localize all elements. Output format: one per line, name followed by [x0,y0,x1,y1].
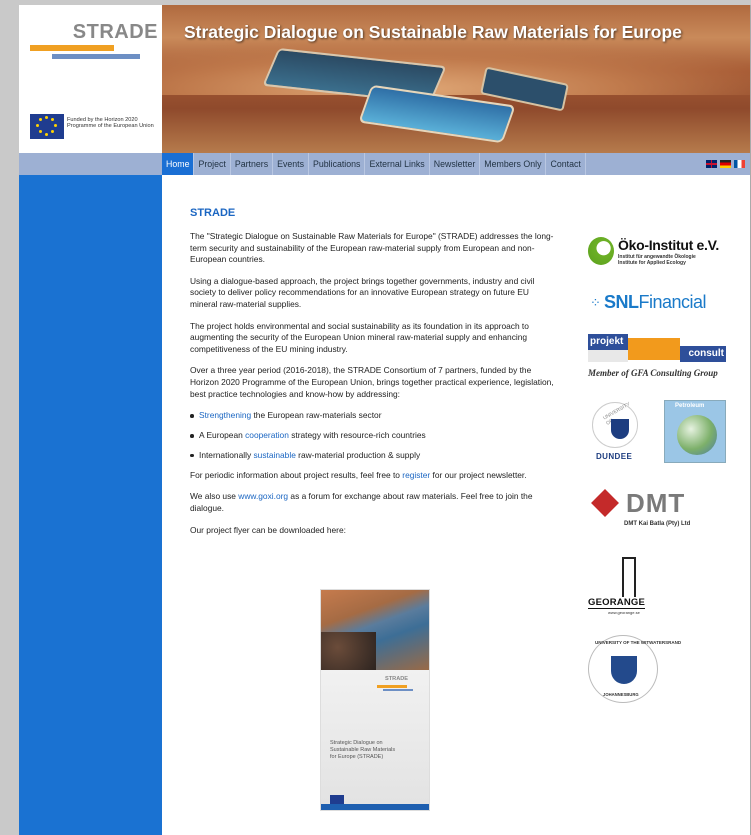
eu-flag-icon [330,795,344,804]
page: STRADE Funded by the Horizon 2020 Progra… [19,5,751,835]
partner-subtitle-line: Institute for Applied Ecology [618,259,686,266]
partner-name: GEORANGE [588,597,646,609]
wits-shield-icon [611,656,637,684]
bullet-text: Internationally [199,449,254,460]
wits-seal-icon: UNIVERSITY OF THE WITWATERSRAND JOHANNES… [588,635,681,703]
partner-url: www.georange.se [608,610,640,615]
de-flag-icon[interactable] [720,160,731,168]
partner-georange[interactable]: GEORANGE www.georange.se [588,557,730,615]
project-flyer-thumbnail[interactable]: STRADE Strategic Dialogue on Sustainable… [320,589,430,811]
funded-by-text: Funded by the Horizon 2020 Programme of … [67,117,154,130]
left-sidebar [19,175,162,835]
strade-logo[interactable]: STRADE Funded by the Horizon 2020 Progra… [21,7,162,151]
goxi-text: We also use [190,491,239,502]
bullet-text: raw-material production & supply [295,449,421,460]
partner-dmt[interactable]: DMT DMT Kai Batla (Pty) Ltd [588,488,730,534]
seal-text: JOHANNESBURG [603,692,639,697]
flyer-title: Strategic Dialogue on Sustainable Raw Ma… [330,740,396,760]
projekt-name: projekt [588,334,628,350]
snl-name-b: Financial [638,292,707,312]
dmt-diamond-icon [591,489,619,517]
consult-name: consult [680,346,726,362]
consortium-paragraph: Over a three year period (2016-2018), th… [190,365,554,399]
main-navigation: Home Project Partners Events Publication… [19,153,751,175]
partner-name: DUNDEE [596,452,633,461]
register-link[interactable]: register [402,470,430,480]
nav-home[interactable]: Home [162,153,195,175]
header-banner: Strategic Dialogue on Sustainable Raw Ma… [162,5,751,153]
nav-members-only[interactable]: Members Only [480,153,547,175]
goxi-link[interactable]: www.goxi.org [238,491,288,501]
nav-project[interactable]: Project [194,153,231,175]
sustainability-paragraph: The project holds environmental and soci… [190,320,529,354]
banner-landscape [162,35,751,95]
projekt-logo-shape [588,350,628,362]
newsletter-paragraph: For periodic information about project r… [190,470,558,482]
strengthening-link[interactable]: Strengthening [199,410,251,420]
petroleum-title: Petroleum [675,403,705,409]
flyer-paragraph: Our project flyer can be downloaded here… [190,524,346,535]
oeko-logo-icon [588,237,614,265]
focus-list: Strengthening the European raw-materials… [190,410,558,461]
partner-wits-university[interactable]: UNIVERSITY OF THE WITWATERSRAND JOHANNES… [588,635,730,703]
dundee-shield-icon [611,419,629,439]
partner-subtitle: Institut für angewandte Ökologie Institut… [618,254,696,266]
eu-flag-icon [30,114,64,139]
newsletter-text: For periodic information about project r… [190,469,403,480]
snl-dots-icon: ⁘ [590,295,601,310]
partner-name: Öko-Institut e.V. [618,237,719,253]
main-content: STRADE The "Strategic Dialogue on Sustai… [190,207,558,546]
partner-subtitle: DMT Kai Batla (Pty) Ltd [624,521,691,527]
partner-caption: Member of GFA Consulting Group [588,368,718,378]
approach-paragraph: Using a dialogue-based approach, the pro… [190,275,535,309]
nav-publications[interactable]: Publications [309,153,366,175]
projekt-logo-shape [628,338,680,360]
intro-paragraph: The "Strategic Dialogue on Sustainable R… [190,231,554,265]
partner-projekt-consult[interactable]: projekt consult Member of GFA Consulting… [588,334,730,382]
language-switcher [706,160,745,168]
snl-name-a: SNL [604,292,639,312]
nav-events[interactable]: Events [273,153,310,175]
flyer-logo-bar [377,685,407,688]
bullet-text: the European raw-materials sector [251,410,382,421]
fr-flag-icon[interactable] [734,160,745,168]
partner-oeko-institut[interactable]: Öko-Institut e.V. Institut für angewandt… [588,235,730,271]
list-item: A European cooperation strategy with res… [190,430,558,442]
partner-name: SNLFinancial [604,292,707,313]
globe-icon [677,415,717,455]
newsletter-text: for our project newsletter. [430,469,527,480]
page-title: STRADE [190,207,236,219]
bullet-text: strategy with resource-rich countries [288,430,426,441]
en-flag-icon[interactable] [706,160,717,168]
headframe-icon [622,557,636,597]
dundee-crest-icon: UNIVERSITY OF [592,401,638,448]
flyer-footer [321,804,429,810]
list-item: Strengthening the European raw-materials… [190,410,558,422]
seal-text: UNIVERSITY OF THE WITWATERSRAND [595,640,682,645]
flyer-logo: STRADE [385,676,408,682]
list-item: Internationally sustainable raw-material… [190,450,558,462]
partner-dundee-petroleum[interactable]: UNIVERSITY OF DUNDEE Petroleum [588,400,730,466]
sustainable-link[interactable]: sustainable [253,450,295,460]
banner-title: Strategic Dialogue on Sustainable Raw Ma… [184,22,682,42]
logo-bar-blue [52,54,140,59]
partner-snl-financial[interactable]: ⁘ SNLFinancial [588,292,730,314]
cooperation-link[interactable]: cooperation [245,430,289,440]
bullet-text: A European [199,430,246,441]
nav-external-links[interactable]: External Links [365,153,430,175]
goxi-paragraph: We also use www.goxi.org as a forum for … [190,491,558,514]
flyer-photo [321,590,429,670]
flyer-logo-bar [383,689,413,691]
nav-partners[interactable]: Partners [231,153,274,175]
partner-name: DMT [626,488,686,518]
nav-newsletter[interactable]: Newsletter [430,153,481,175]
nav-contact[interactable]: Contact [546,153,586,175]
logo-bar-orange [30,45,114,51]
logo-text: STRADE [72,21,158,43]
petroleum-centre-logo: Petroleum [664,400,726,463]
nav-list: Home Project Partners Events Publication… [162,153,586,175]
